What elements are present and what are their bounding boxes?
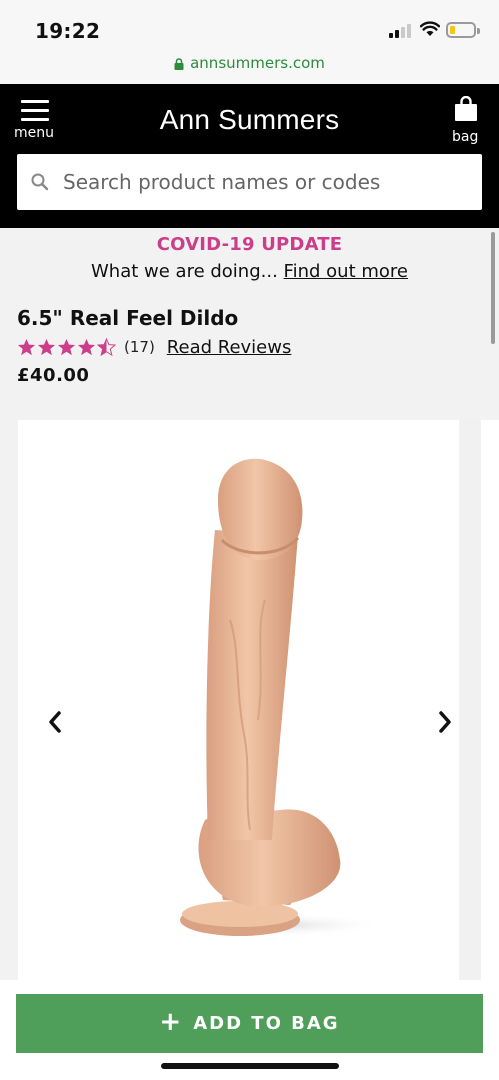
home-indicator[interactable] bbox=[161, 1063, 339, 1069]
product-price: £40.00 bbox=[17, 365, 90, 386]
star-half-icon bbox=[97, 337, 116, 356]
covid-banner: COVID-19 UPDATE What we are doing... Fin… bbox=[0, 228, 499, 290]
cellular-signal-icon bbox=[389, 22, 415, 38]
star-icon bbox=[57, 338, 76, 355]
brand-logo[interactable]: Ann Summers bbox=[0, 104, 499, 136]
star-icon bbox=[17, 338, 36, 355]
plus-icon: + bbox=[159, 1007, 184, 1037]
shopping-bag-icon bbox=[455, 96, 477, 121]
read-reviews-link[interactable]: Read Reviews bbox=[167, 337, 292, 358]
rating-stars bbox=[17, 337, 116, 357]
product-rating: (17) Read Reviews bbox=[17, 336, 291, 358]
covid-text: What we are doing... bbox=[91, 261, 278, 282]
search-input[interactable] bbox=[63, 154, 473, 210]
review-count: (17) bbox=[124, 338, 155, 356]
sticky-footer: + ADD TO BAG bbox=[0, 980, 499, 1080]
star-icon bbox=[37, 338, 56, 355]
product-title: 6.5" Real Feel Dildo bbox=[17, 306, 239, 330]
status-bar: 19:22 bbox=[0, 0, 499, 50]
url-bar[interactable]: annsummers.com bbox=[0, 50, 499, 84]
covid-title: COVID-19 UPDATE bbox=[156, 234, 343, 255]
wifi-icon bbox=[420, 21, 440, 36]
add-to-bag-button[interactable]: + ADD TO BAG bbox=[16, 994, 483, 1053]
chevron-right-icon[interactable] bbox=[434, 708, 456, 736]
url-domain: annsummers.com bbox=[190, 54, 325, 72]
product-gallery[interactable] bbox=[18, 420, 499, 990]
search-bar[interactable] bbox=[17, 154, 482, 210]
search-icon bbox=[31, 173, 49, 191]
star-icon bbox=[77, 338, 96, 355]
chevron-left-icon[interactable] bbox=[44, 708, 66, 736]
status-time: 19:22 bbox=[35, 19, 101, 43]
lock-icon bbox=[174, 57, 184, 70]
product-image bbox=[40, 420, 459, 990]
add-to-bag-label: ADD TO BAG bbox=[193, 1013, 340, 1034]
scroll-indicator bbox=[491, 232, 495, 344]
bag-label[interactable]: bag bbox=[452, 129, 478, 145]
find-out-more-link[interactable]: Find out more bbox=[284, 261, 408, 282]
next-image-peek bbox=[459, 420, 481, 990]
battery-icon bbox=[446, 22, 480, 38]
